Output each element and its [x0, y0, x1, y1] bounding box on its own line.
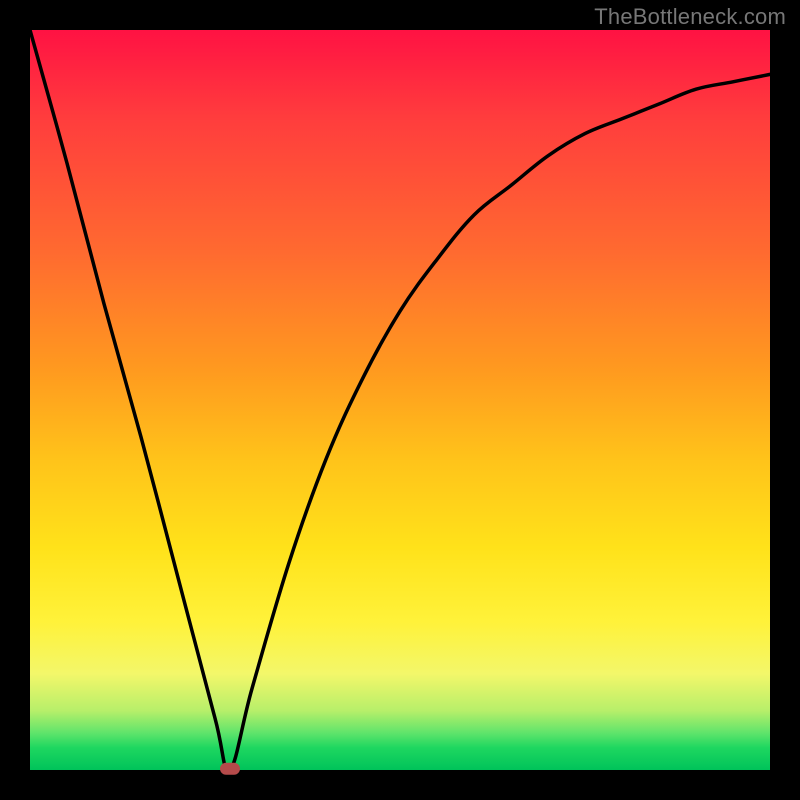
min-point-marker [220, 763, 240, 775]
curve-svg [30, 30, 770, 770]
watermark-text: TheBottleneck.com [594, 4, 786, 30]
chart-frame: TheBottleneck.com [0, 0, 800, 800]
plot-area [30, 30, 770, 770]
bottleneck-curve [30, 30, 770, 771]
